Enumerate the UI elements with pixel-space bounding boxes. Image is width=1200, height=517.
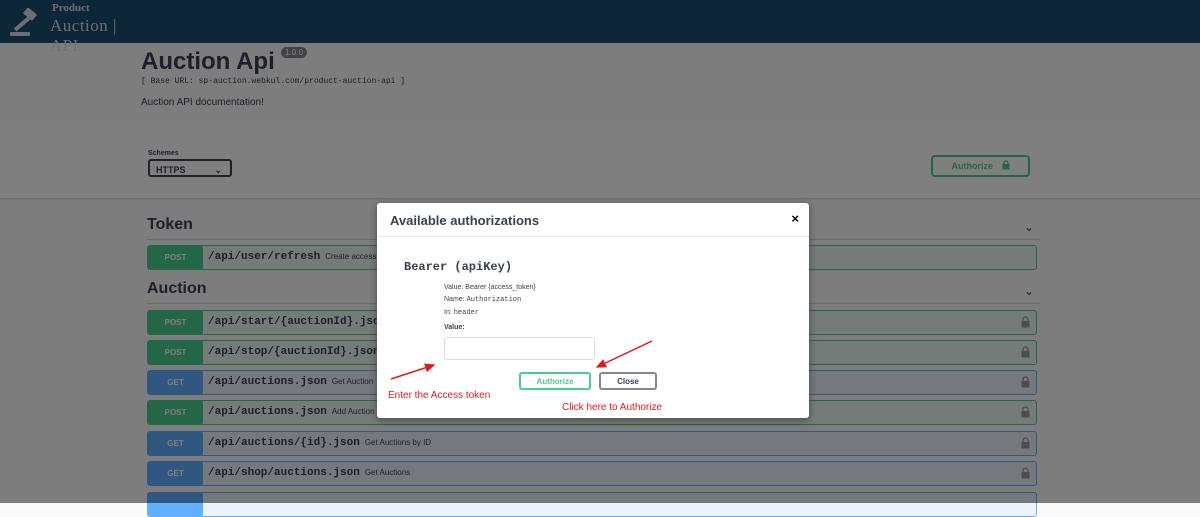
auth-value-line: Value: Bearer {access_token} <box>444 284 536 291</box>
auth-scheme-name: Bearer (apiKey) <box>404 260 513 274</box>
modal-title: Available authorizations <box>390 213 540 228</box>
modal-authorize-button[interactable]: Authorize <box>519 372 591 390</box>
access-token-input[interactable] <box>444 337 595 360</box>
close-icon[interactable]: × <box>791 211 799 226</box>
auth-name-line: Name: Authorization <box>444 296 522 304</box>
annotation-click-authorize: Click here to Authorize <box>562 402 663 413</box>
modal-close-button[interactable]: Close <box>599 372 657 390</box>
annotation-enter-token: Enter the Access token <box>388 390 491 401</box>
auth-modal: Available authorizations × Bearer (apiKe… <box>377 203 809 418</box>
modal-divider <box>377 236 809 237</box>
value-label: Value: <box>444 324 465 331</box>
auth-in-line: In: header <box>444 309 479 317</box>
